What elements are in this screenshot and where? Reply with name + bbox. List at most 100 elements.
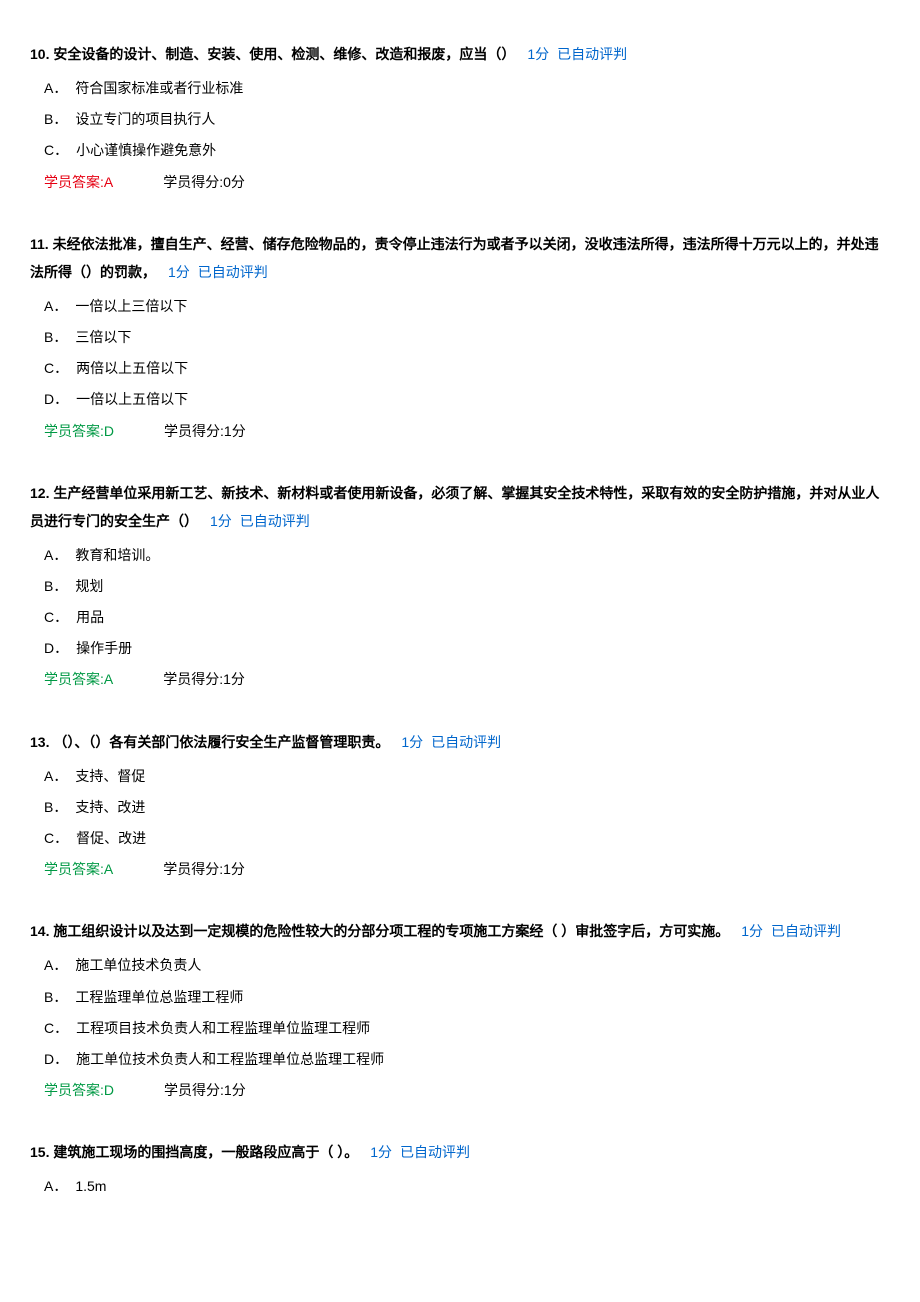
score-label: 学员得分: [163, 861, 223, 877]
option-text: 小心谨慎操作避免意外 [76, 142, 216, 158]
student-answer-label: 学员答案:A [44, 861, 113, 877]
option-text: 支持、改进 [75, 799, 145, 815]
score-value: 1分 [224, 423, 246, 439]
options-list: A． 符合国家标准或者行业标准 B． 设立专门的项目执行人 C． 小心谨慎操作避免意外 [44, 76, 890, 164]
option-text: 设立专门的项目执行人 [75, 111, 215, 127]
option-item[interactable]: A． 符合国家标准或者行业标准 [44, 76, 890, 101]
options-list: A． 1.5m [44, 1174, 890, 1199]
points-label: 1分 [527, 46, 549, 62]
score-text: 学员得分:1分 [164, 1082, 246, 1098]
question-stem: 14. 施工组织设计以及达到一定规模的危险性较大的分部分项工程的专项施工方案经（… [30, 917, 890, 945]
student-answer-value: A [104, 174, 113, 190]
option-text: 用品 [76, 609, 104, 625]
question-block: 12. 生产经营单位采用新工艺、新技术、新材料或者使用新设备，必须了解、掌握其安… [30, 479, 890, 693]
score-label: 学员得分: [163, 671, 223, 687]
question-text: 生产经营单位采用新工艺、新技术、新材料或者使用新设备，必须了解、掌握其安全技术特… [30, 485, 879, 529]
student-answer-value: D [104, 1082, 114, 1098]
question-number: 10. [30, 46, 49, 62]
option-label: D． [44, 640, 68, 656]
student-answer-label: 学员答案:D [44, 423, 114, 439]
points-label: 1分 [210, 513, 232, 529]
option-item[interactable]: A． 教育和培训。 [44, 543, 890, 568]
option-item[interactable]: A．施工单位技术负责人 [44, 953, 890, 978]
option-item[interactable]: D．施工单位技术负责人和工程监理单位总监理工程师 [44, 1047, 890, 1072]
option-text: 一倍以上三倍以下 [75, 298, 187, 314]
option-label: B． [44, 329, 67, 345]
question-text: （）、（）各有关部门依法履行安全生产监督管理职责。 [53, 734, 389, 750]
question-block: 11. 未经依法批准，擅自生产、经营、储存危险物品的，责令停止违法行为或者予以关… [30, 230, 890, 444]
option-item[interactable]: C．用品 [44, 605, 890, 630]
question-stem: 10. 安全设备的设计、制造、安装、使用、检测、维修、改造和报废，应当（） 1分已… [30, 40, 890, 68]
student-answer-value: A [104, 861, 113, 877]
option-item[interactable]: B． 设立专门的项目执行人 [44, 107, 890, 132]
question-block: 13. （）、（）各有关部门依法履行安全生产监督管理职责。1分已自动评判A．支持… [30, 728, 890, 883]
option-label: B． [44, 989, 67, 1005]
option-label: A． [44, 957, 67, 973]
option-text: 1.5m [75, 1178, 106, 1194]
score-value: 1分 [223, 671, 245, 687]
option-item[interactable]: C． 小心谨慎操作避免意外 [44, 138, 890, 163]
question-text: 安全设备的设计、制造、安装、使用、检测、维修、改造和报废，应当（） [53, 46, 515, 62]
question-number: 13. [30, 734, 49, 750]
question-stem: 12. 生产经营单位采用新工艺、新技术、新材料或者使用新设备，必须了解、掌握其安… [30, 479, 890, 535]
question-stem: 11. 未经依法批准，擅自生产、经营、储存危险物品的，责令停止违法行为或者予以关… [30, 230, 890, 286]
option-text: 教育和培训。 [75, 547, 159, 563]
auto-judge-label: 已自动评判 [240, 513, 310, 529]
option-label: B． [44, 799, 67, 815]
answer-row: 学员答案:A 学员得分:1分 [44, 857, 890, 882]
options-list: A． 教育和培训。 B．规划 C．用品 D． 操作手册 [44, 543, 890, 662]
points-label: 1分 [168, 264, 190, 280]
option-text: 三倍以下 [75, 329, 131, 345]
option-label: A． [44, 1178, 67, 1194]
option-item[interactable]: B． 支持、改进 [44, 795, 890, 820]
option-item[interactable]: B． 三倍以下 [44, 325, 890, 350]
option-label: C． [44, 830, 68, 846]
option-item[interactable]: C． 工程项目技术负责人和工程监理单位监理工程师 [44, 1016, 890, 1041]
option-text: 符合国家标准或者行业标准 [75, 80, 243, 96]
option-item[interactable]: C．两倍以上五倍以下 [44, 356, 890, 381]
option-item[interactable]: A．支持、督促 [44, 764, 890, 789]
score-value: 0分 [223, 174, 245, 190]
option-item[interactable]: D．一倍以上五倍以下 [44, 387, 890, 412]
points-label: 1分 [401, 734, 423, 750]
question-number: 15. [30, 1144, 49, 1160]
score-value: 1分 [223, 861, 245, 877]
answer-row: 学员答案:D 学员得分:1分 [44, 1078, 890, 1103]
option-label: C． [44, 1020, 68, 1036]
points-label: 1分 [370, 1144, 392, 1160]
option-text: 操作手册 [76, 640, 132, 656]
auto-judge-label: 已自动评判 [557, 46, 627, 62]
score-label: 学员得分: [164, 423, 224, 439]
question-block: 10. 安全设备的设计、制造、安装、使用、检测、维修、改造和报废，应当（） 1分已… [30, 40, 890, 195]
question-text: 未经依法批准，擅自生产、经营、储存危险物品的，责令停止违法行为或者予以关闭，没收… [30, 236, 879, 280]
option-item[interactable]: B．规划 [44, 574, 890, 599]
answer-row: 学员答案:A 学员得分:0分 [44, 170, 890, 195]
option-text: 督促、改进 [76, 830, 146, 846]
auto-judge-label: 已自动评判 [771, 923, 841, 939]
option-label: A． [44, 298, 67, 314]
option-label: C． [44, 142, 68, 158]
answer-label-text: 学员答案: [44, 861, 104, 877]
auto-judge-label: 已自动评判 [431, 734, 501, 750]
option-item[interactable]: A． 1.5m [44, 1174, 890, 1199]
options-list: A． 一倍以上三倍以下 B． 三倍以下 C．两倍以上五倍以下 D．一倍以上五倍以下 [44, 294, 890, 413]
option-text: 工程监理单位总监理工程师 [75, 989, 243, 1005]
option-label: A． [44, 80, 67, 96]
question-number: 12. [30, 485, 49, 501]
score-value: 1分 [224, 1082, 246, 1098]
option-item[interactable]: D． 操作手册 [44, 636, 890, 661]
option-label: B． [44, 111, 67, 127]
option-item[interactable]: C． 督促、改进 [44, 826, 890, 851]
answer-label-text: 学员答案: [44, 1082, 104, 1098]
option-label: C． [44, 360, 68, 376]
option-label: A． [44, 547, 67, 563]
auto-judge-label: 已自动评判 [198, 264, 268, 280]
option-text: 工程项目技术负责人和工程监理单位监理工程师 [76, 1020, 370, 1036]
question-text: 建筑施工现场的围挡高度，一般路段应高于（ ）。 [53, 1144, 358, 1160]
answer-label-text: 学员答案: [44, 174, 104, 190]
option-item[interactable]: A． 一倍以上三倍以下 [44, 294, 890, 319]
score-text: 学员得分:0分 [163, 174, 245, 190]
answer-row: 学员答案:D 学员得分:1分 [44, 419, 890, 444]
options-list: A．施工单位技术负责人 B． 工程监理单位总监理工程师 C． 工程项目技术负责人和工程监… [44, 953, 890, 1072]
option-item[interactable]: B． 工程监理单位总监理工程师 [44, 985, 890, 1010]
